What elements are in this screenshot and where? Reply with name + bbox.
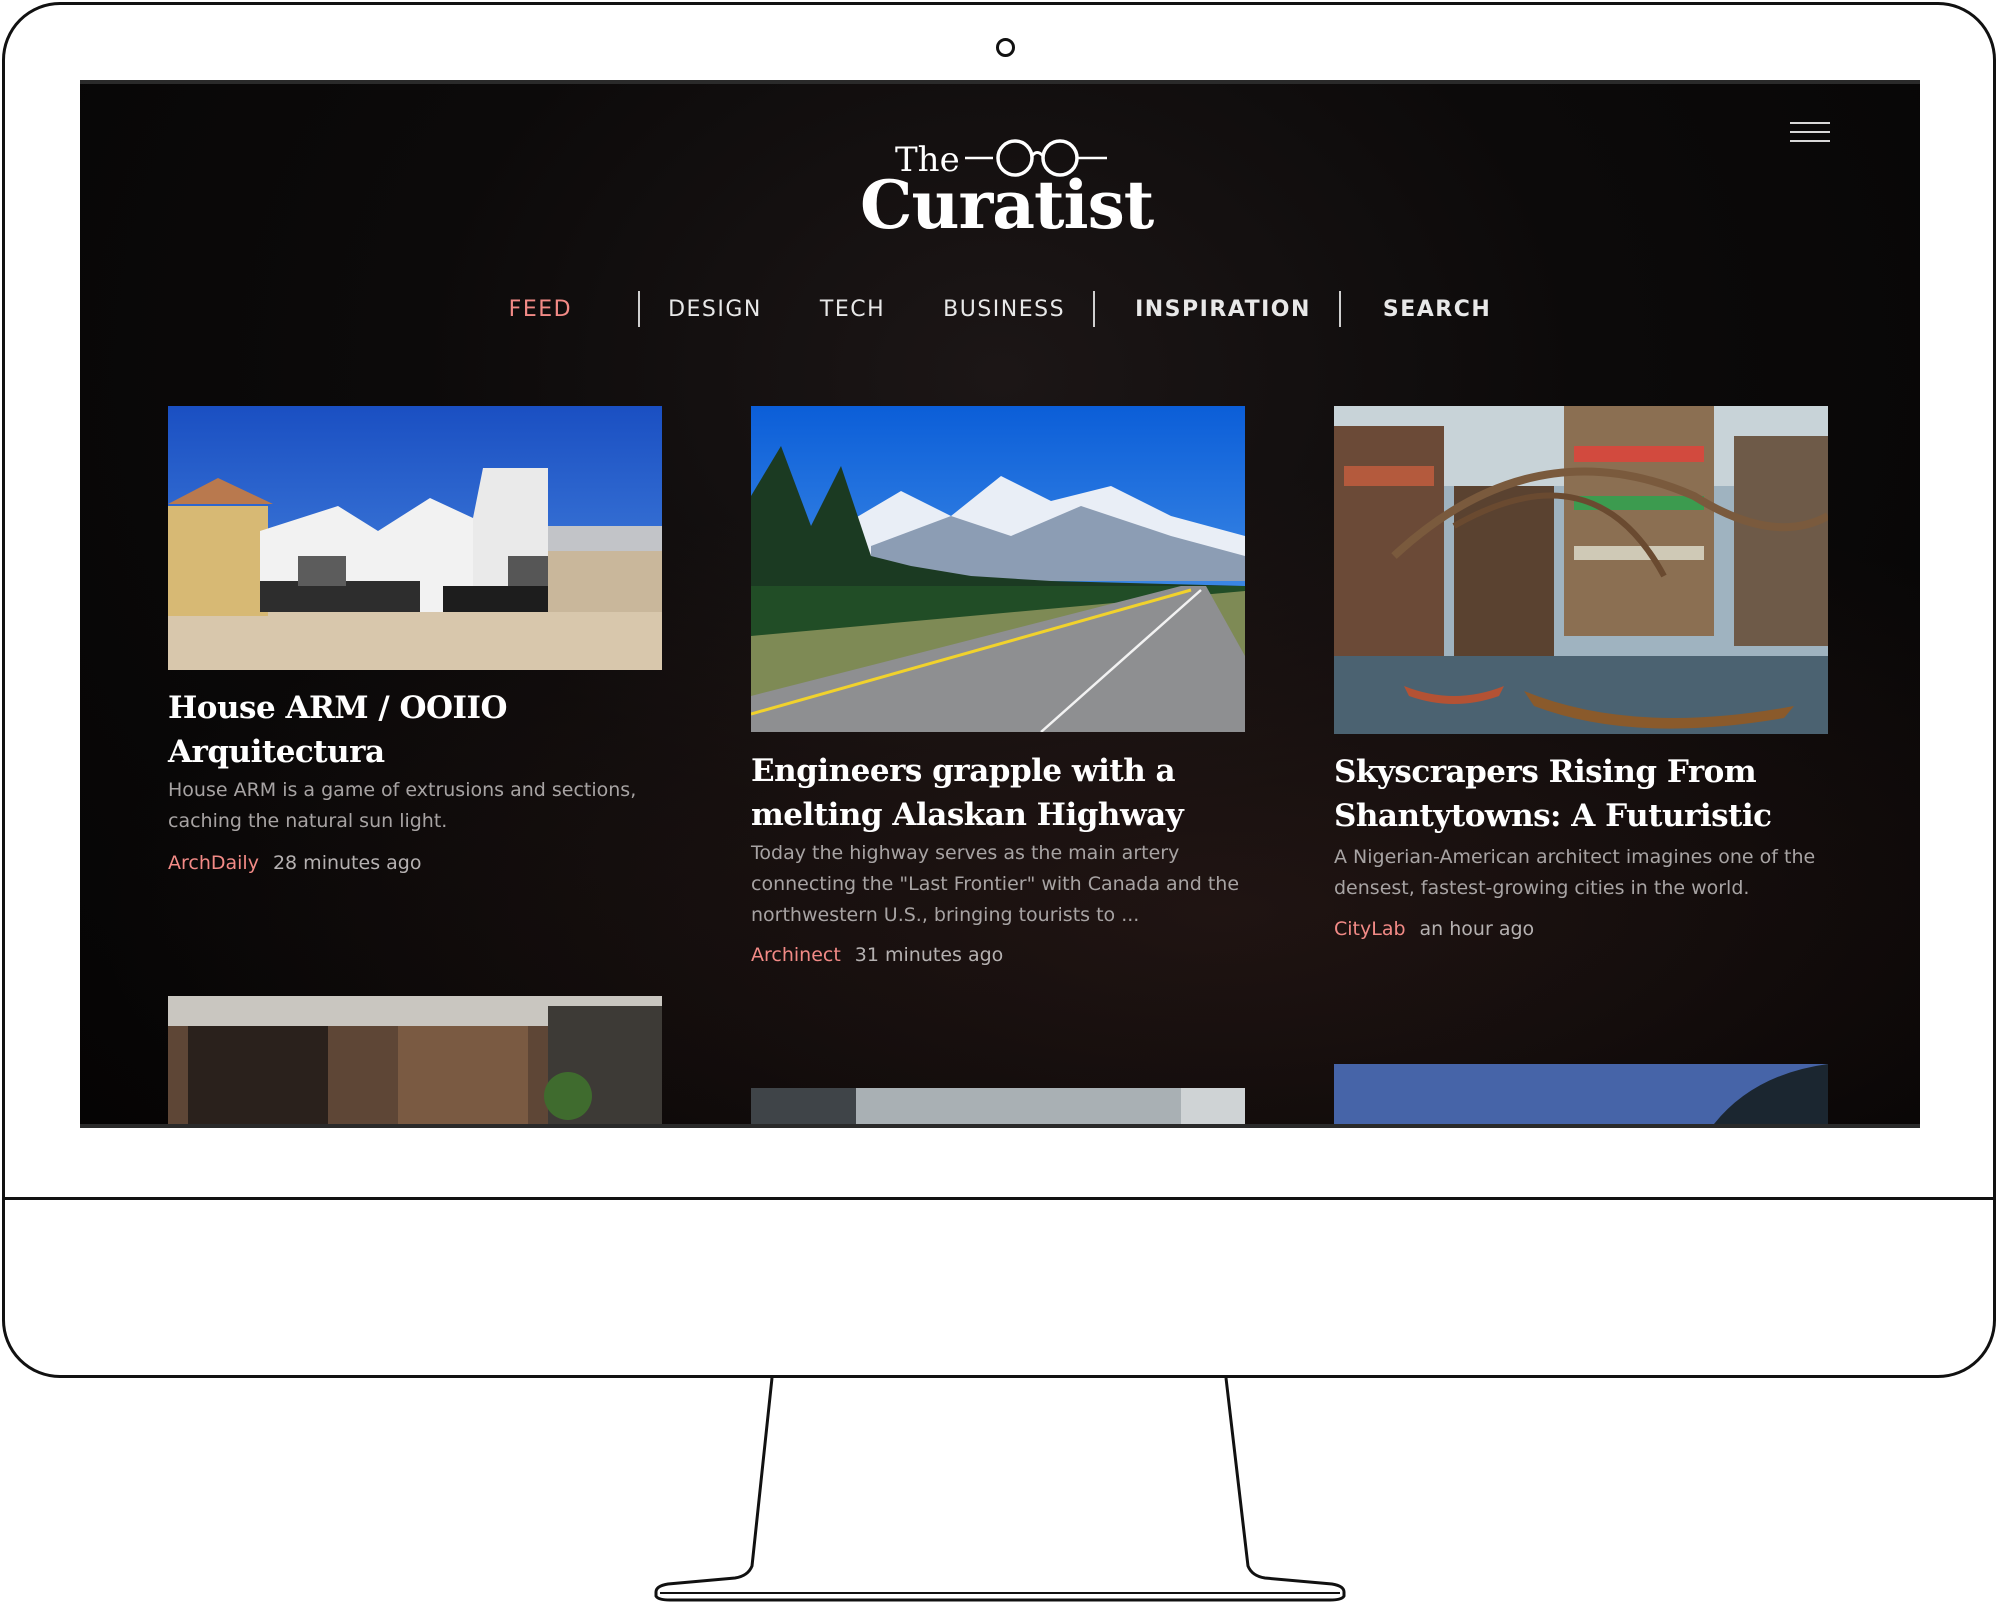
article-description: House ARM is a game of extrusions and se…: [168, 779, 637, 832]
nav-inspiration[interactable]: INSPIRATION: [1095, 297, 1339, 322]
article-time: 31 minutes ago: [854, 944, 1004, 966]
article-source[interactable]: CityLab: [1334, 918, 1406, 940]
article-meta: CityLab an hour ago: [1334, 918, 1534, 940]
article-description: A Nigerian-American architect imagines o…: [1334, 846, 1816, 899]
screen: The Curatist FEED DESIGN TECH BUSINESS I…: [80, 80, 1920, 1128]
nav-design[interactable]: DESIGN: [640, 297, 790, 322]
article-image-house[interactable]: [168, 406, 662, 670]
hamburger-menu-icon[interactable]: [1790, 122, 1832, 146]
nav-feed[interactable]: FEED: [481, 297, 600, 322]
monitor-chin-divider: [5, 1197, 1993, 1200]
article-image-highway[interactable]: [751, 406, 1245, 732]
article-meta: ArchDaily 28 minutes ago: [168, 852, 421, 874]
article-description: Today the highway serves as the main art…: [751, 842, 1240, 926]
nav-search[interactable]: SEARCH: [1341, 297, 1519, 322]
main-nav: FEED DESIGN TECH BUSINESS INSPIRATION SE…: [80, 289, 1920, 329]
nav-business[interactable]: BUSINESS: [915, 297, 1093, 322]
article-source[interactable]: ArchDaily: [168, 852, 259, 874]
article-time: 28 minutes ago: [272, 852, 422, 874]
article-source[interactable]: Archinect: [751, 944, 841, 966]
article-title[interactable]: House ARM / OOIIO Arquitectura: [168, 686, 662, 774]
article-image-sky[interactable]: [751, 1088, 1245, 1124]
glasses-icon: [965, 139, 1107, 177]
site-logo[interactable]: The Curatist: [860, 134, 1154, 254]
article-image-blue-sky[interactable]: [1334, 1064, 1828, 1124]
article-title[interactable]: Engineers grapple with a melting Alaskan…: [751, 749, 1245, 837]
article-image-storefront[interactable]: [168, 996, 662, 1124]
article-title[interactable]: Skyscrapers Rising From Shantytowns: A F…: [1334, 750, 1828, 838]
article-meta: Archinect 31 minutes ago: [751, 944, 1003, 966]
article-image-shantytown[interactable]: [1334, 406, 1828, 734]
nav-tech[interactable]: TECH: [790, 297, 915, 322]
article-time: an hour ago: [1419, 918, 1535, 940]
camera-icon: [996, 38, 1015, 57]
